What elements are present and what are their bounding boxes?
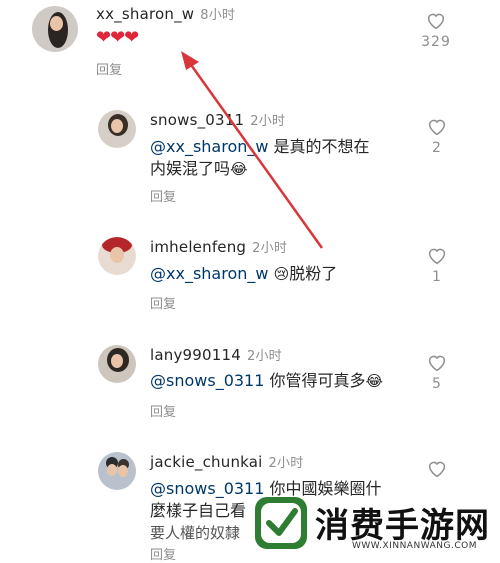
- watermark-title: 消费手游网: [315, 506, 490, 546]
- watermark-url: WWW.XINNANWANG.COM: [352, 541, 477, 551]
- watermark-logo: [255, 497, 307, 549]
- checkmark-icon: [261, 503, 301, 543]
- annotation-arrow: [181, 51, 324, 249]
